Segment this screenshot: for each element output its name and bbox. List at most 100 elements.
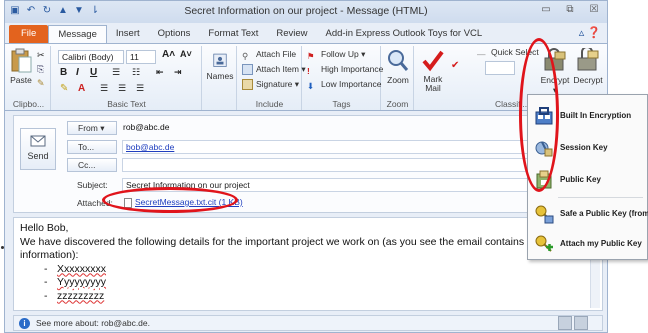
bullets-icon[interactable]: ☰ [112, 67, 120, 78]
signature-button[interactable]: Signature ▾ [242, 77, 299, 92]
small-check-icon: ✔ [451, 60, 460, 71]
dash-icon: — [477, 49, 486, 60]
tab-addin-express[interactable]: Add-in Express Outlook Toys for VCL [317, 25, 492, 43]
attached-label: Attached: [77, 198, 113, 208]
from-button[interactable]: From ▾ [67, 121, 117, 135]
low-importance-button[interactable]: ⬇ Low Importance [307, 77, 381, 92]
address-book-icon [213, 53, 227, 67]
tab-review[interactable]: Review [267, 25, 316, 43]
underline-icon[interactable]: U [90, 67, 97, 78]
menu-item-built-in-encryption[interactable]: Built In Encryption [528, 101, 648, 131]
file-icon [124, 197, 132, 208]
attach-file-button[interactable]: ⚲ Attach File [242, 47, 296, 62]
grow-font-icon[interactable]: A˄ [162, 49, 175, 60]
red-check-icon [422, 50, 444, 72]
save-public-key-icon [535, 205, 554, 224]
menu-item-public-key[interactable]: Public Key [528, 165, 648, 195]
align-center-icon[interactable]: ☰ [118, 83, 126, 94]
down-arrow-icon: ⬇ [307, 81, 315, 92]
message-header: Send From ▾ rob@abc.de To... bob@abc.de … [13, 115, 603, 213]
decrypt-button[interactable]: Decrypt [571, 48, 605, 85]
outlook-message-window: ▣ ↶ ↻ ▲ ▼ ⇂ Secret Information on our pr… [4, 0, 608, 333]
bold-icon[interactable]: B [60, 67, 67, 78]
font-color-icon[interactable]: A [78, 83, 85, 94]
highlight-icon[interactable]: ✎ [60, 83, 68, 94]
tags-group: ⚑ Follow Up ▾ ! High Importance ⬇ Low Impor… [303, 46, 383, 110]
tab-format-text[interactable]: Format Text [199, 25, 267, 43]
align-right-icon[interactable]: ☰ [136, 83, 144, 94]
clipboard-group: Paste ✂ ⎘ ✎ Clipbo... [7, 46, 51, 110]
send-envelope-icon [30, 135, 46, 147]
attachment-item[interactable]: SecretMessage.txt.cit (1 KB) [124, 196, 243, 209]
cut-icon[interactable]: ✂ [37, 50, 45, 61]
flag-icon: ⚑ [307, 51, 315, 62]
to-field[interactable]: bob@abc.de [122, 140, 592, 154]
zoom-button[interactable]: Zoom [384, 48, 412, 85]
see-more-text[interactable]: See more about: rob@abc.de. [36, 318, 150, 328]
zoom-label: Zoom [386, 99, 409, 109]
tab-options[interactable]: Options [149, 25, 200, 43]
menu-item-attach-public-key[interactable]: Attach my Public Key [528, 229, 648, 259]
people-pane-bar: i See more about: rob@abc.de. [13, 315, 603, 331]
menu-item-save-public-key[interactable]: Safe a Public Key (from [528, 199, 648, 229]
tab-file[interactable]: File [9, 25, 49, 43]
basic-text-group: Calibri (Body) 11 A˄ A˅ B I U ☰ ☷ ⇤ ⇥ ✎ … [52, 46, 202, 110]
restore-button[interactable]: ⧉ [563, 4, 577, 15]
people-pane-icons [558, 316, 588, 330]
cc-button[interactable]: Cc... [67, 158, 117, 172]
person-icon[interactable] [558, 316, 572, 330]
basic-text-label: Basic Text [107, 99, 146, 109]
encrypt-lock-icon [544, 48, 566, 71]
format-painter-icon[interactable]: ✎ [37, 78, 45, 89]
classify-label: Classifi... [495, 99, 530, 109]
decrease-indent-icon[interactable]: ⇤ [156, 67, 164, 78]
include-group: ⚲ Attach File Attach Item ▾ Signature ▾ I… [238, 46, 306, 110]
quick-select-field[interactable] [485, 61, 515, 75]
ribbon: Paste ✂ ⎘ ✎ Clipbo... Calibri (Body) 11 … [5, 43, 607, 111]
cc-field[interactable] [122, 158, 592, 172]
to-button[interactable]: To... [67, 140, 117, 154]
follow-up-button[interactable]: ⚑ Follow Up ▾ [307, 47, 365, 62]
built-in-encryption-icon [535, 107, 553, 125]
tab-message[interactable]: Message [48, 25, 107, 43]
align-left-icon[interactable]: ☰ [100, 83, 108, 94]
help-icon[interactable]: ▵ ❓ [579, 26, 601, 39]
quick-select-button[interactable]: — Quick Select [477, 45, 539, 60]
minimize-button[interactable]: ▭ [539, 4, 553, 15]
window-title: Secret Information on our project - Mess… [184, 5, 428, 17]
menu-separator [558, 197, 643, 198]
names-group: Names [203, 46, 237, 110]
stray-bullet-dot [1, 246, 4, 249]
signature-icon [242, 79, 253, 91]
to-recipient[interactable]: bob@abc.de [126, 142, 174, 152]
public-key-icon [536, 170, 552, 189]
paste-button[interactable]: Paste [9, 48, 33, 85]
tab-insert[interactable]: Insert [107, 25, 149, 43]
magnifier-icon [388, 50, 409, 71]
info-icon: i [19, 318, 30, 329]
menu-item-session-key[interactable]: Session Key [528, 133, 648, 163]
send-button[interactable]: Send [20, 128, 56, 170]
attach-item-button[interactable]: Attach Item ▾ [242, 62, 306, 77]
person-icon[interactable] [574, 316, 588, 330]
numbering-icon[interactable]: ☷ [132, 67, 140, 78]
greeting-line: Hello Bob, [20, 222, 69, 234]
increase-indent-icon[interactable]: ⇥ [174, 67, 182, 78]
exclamation-icon: ! [307, 66, 310, 77]
names-button[interactable]: Names [205, 52, 235, 81]
paperclip-icon: ⚲ [242, 51, 249, 62]
italic-icon[interactable]: I [76, 67, 79, 78]
mark-mail-button[interactable]: Mark Mail [417, 48, 449, 93]
high-importance-button[interactable]: ! High Importance [307, 62, 383, 77]
subject-field[interactable]: Secret Information on our project [122, 178, 592, 192]
message-body[interactable]: Hello Bob, We have discovered the follow… [13, 217, 603, 311]
font-size-select[interactable]: 11 [126, 50, 156, 64]
encrypt-button[interactable]: Encrypt ▾ [539, 48, 571, 96]
copy-icon[interactable]: ⎘ [37, 64, 44, 75]
font-family-select[interactable]: Calibri (Body) [58, 50, 124, 64]
shrink-font-icon[interactable]: A˅ [180, 49, 192, 59]
list-item: Yyyyyyyyy [44, 276, 596, 290]
close-button[interactable]: ☒ [587, 4, 601, 15]
body-line-1: We have discovered the following details… [20, 235, 561, 248]
ribbon-tabs: File Message Insert Options Format Text … [5, 23, 607, 43]
